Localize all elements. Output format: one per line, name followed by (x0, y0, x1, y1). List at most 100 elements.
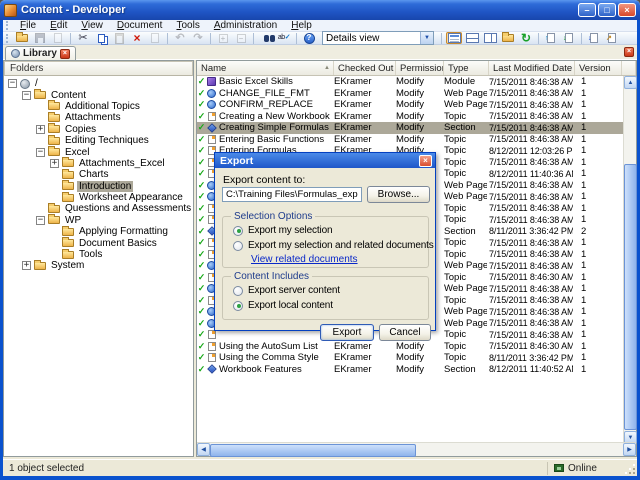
maximize-button[interactable]: □ (598, 3, 616, 17)
view-split-horizontal-icon[interactable] (464, 32, 480, 44)
expand-expander-icon[interactable]: + (22, 261, 31, 271)
tree-item-applying-formatting[interactable]: Applying Formatting (4, 225, 193, 237)
cell-type: Web Page (444, 317, 487, 329)
cut-icon[interactable]: ✂ (75, 32, 91, 44)
collapse-expander-icon[interactable]: − (36, 215, 45, 225)
close-pane-icon[interactable]: × (624, 47, 634, 57)
tree-item-[interactable]: − / (4, 78, 193, 89)
export-dialog: Export × Export content to: Browse... Se… (214, 152, 436, 341)
radio-export-selection-related[interactable] (233, 240, 243, 251)
delete-icon[interactable]: × (129, 32, 145, 44)
close-button[interactable]: × (618, 3, 636, 17)
list-row-confirm-replace[interactable]: ✓ CONFIRM_REPLACE EKramer Modify Web Page 7/1… (197, 99, 625, 111)
tree-item-attachments-excel[interactable]: + Attachments_Excel (4, 157, 193, 169)
list-row-creating-simple-formulas[interactable]: ✓ Creating Simple Formulas EKramer Modify Se… (197, 122, 625, 134)
tree-item-questions-and-assessments[interactable]: Questions and Assessments (4, 202, 193, 214)
tree-item-tools[interactable]: Tools (4, 248, 193, 260)
tree-item-copies[interactable]: + Copies (4, 123, 193, 135)
collapse-expander-icon[interactable]: − (36, 147, 45, 157)
cancel-button[interactable]: Cancel (379, 324, 431, 341)
import-icon[interactable]: ↓ (586, 32, 602, 44)
open-location-icon[interactable] (500, 32, 516, 44)
open-icon[interactable] (14, 32, 30, 44)
column-header-permission[interactable]: Permission (396, 61, 444, 75)
dialog-close-icon[interactable]: × (419, 154, 432, 167)
list-row-change-file-fmt[interactable]: ✓ CHANGE_FILE_FMT EKramer Modify Web Page 7/1… (197, 88, 625, 100)
horizontal-scroll-thumb[interactable] (210, 443, 416, 457)
tree-item-introduction[interactable]: Introduction (4, 180, 193, 192)
folder-icon (62, 237, 74, 248)
refresh-icon[interactable]: ↻ (518, 32, 534, 44)
export-path-input[interactable] (222, 187, 362, 202)
collapse-expander-icon[interactable]: − (8, 79, 17, 89)
menu-help[interactable]: Help (284, 20, 319, 31)
export-button[interactable]: Export (320, 324, 374, 341)
tree-item-worksheet-appearance[interactable]: Worksheet Appearance (4, 191, 193, 203)
vertical-scroll-thumb[interactable] (624, 164, 637, 430)
close-tab-icon[interactable]: × (59, 48, 70, 59)
tree-item-label: Excel (65, 146, 90, 158)
browse-button[interactable]: Browse... (367, 186, 430, 203)
scroll-up-icon[interactable]: ▲ (624, 76, 637, 89)
tree-item-editing-techniques[interactable]: Editing Techniques (4, 134, 193, 146)
help-icon[interactable]: ? (301, 32, 317, 44)
vertical-scrollbar[interactable]: ▲ ▼ (623, 76, 637, 444)
expand-expander-icon[interactable]: + (50, 158, 59, 168)
column-header-checked-out-by[interactable]: Checked Out By (334, 61, 396, 75)
cell-version: 1 (581, 110, 587, 122)
horizontal-scrollbar[interactable]: ◀ ▶ (197, 442, 636, 457)
tab-library[interactable]: Library × (5, 46, 76, 60)
minimize-button[interactable]: – (578, 3, 596, 17)
menu-tools[interactable]: Tools (169, 20, 206, 31)
tree-item-attachments[interactable]: Attachments (4, 111, 193, 123)
find-icon[interactable] (258, 32, 274, 44)
status-online-text: Online (568, 462, 597, 474)
scroll-right-icon[interactable]: ▶ (623, 443, 636, 456)
list-row-using-the-comma-style[interactable]: ✓ Using the Comma Style EKramer Modify Topic… (197, 352, 625, 364)
column-header-last-modified-date[interactable]: Last Modified Date (489, 61, 575, 75)
view-split-vertical-icon[interactable] (482, 32, 498, 44)
radio-export-local-content[interactable] (233, 300, 243, 311)
resize-grip[interactable] (625, 464, 637, 476)
scroll-left-icon[interactable]: ◀ (197, 443, 210, 456)
tree-item-document-basics[interactable]: Document Basics (4, 237, 193, 249)
checkin-icon[interactable]: ↓ (561, 32, 577, 44)
chevron-down-icon[interactable]: ▼ (420, 32, 433, 44)
collapse-expander-icon[interactable]: − (22, 90, 31, 100)
cell-permission: Modify (396, 340, 424, 352)
menu-document[interactable]: Document (110, 20, 170, 31)
tree-item-excel[interactable]: − Excel (4, 146, 193, 158)
spellcheck-icon[interactable]: ab✓ (276, 32, 292, 44)
radio-export-my-selection[interactable] (233, 225, 243, 236)
view-details-icon[interactable] (446, 32, 462, 44)
menu-administration[interactable]: Administration (207, 20, 284, 31)
toolbar-separator (296, 32, 297, 44)
column-header-version[interactable]: Version (575, 61, 622, 75)
cell-name: Workbook Features (219, 363, 302, 375)
radio-export-server-content[interactable] (233, 285, 243, 296)
list-row-basic-excel-skills[interactable]: ✓ Basic Excel Skills EKramer Modify Module 7/… (197, 76, 625, 88)
cell-version: 1 (581, 317, 587, 329)
tree-item-wp[interactable]: − WP (4, 214, 193, 226)
export-icon[interactable]: ↗ (604, 32, 620, 44)
tree-item-content[interactable]: − Content (4, 89, 193, 101)
menu-file[interactable]: File (13, 20, 43, 31)
menu-edit[interactable]: Edit (43, 20, 74, 31)
view-mode-select[interactable]: Details view ▼ (322, 31, 434, 45)
list-row-using-the-autosum-list[interactable]: ✓ Using the AutoSum List EKramer Modify Topi… (197, 341, 625, 353)
expand-expander-icon[interactable]: + (36, 124, 45, 134)
column-header-name[interactable]: Name ▲ (197, 61, 334, 75)
tree-item-charts[interactable]: Charts (4, 168, 193, 180)
copy-icon[interactable] (93, 32, 109, 44)
tree-item-system[interactable]: + System (4, 259, 193, 271)
column-header-type[interactable]: Type (444, 61, 489, 75)
folder-icon (48, 100, 60, 111)
menu-view[interactable]: View (74, 20, 110, 31)
list-row-entering-basic-functions[interactable]: ✓ Entering Basic Functions EKramer Modify To… (197, 134, 625, 146)
tree-item-additional-topics[interactable]: Additional Topics (4, 100, 193, 112)
view-related-documents-link[interactable]: View related documents (251, 254, 358, 265)
checkout-icon[interactable]: ↑ (543, 32, 559, 44)
list-row-creating-a-new-workbook[interactable]: ✓ Creating a New Workbook EKramer Modify Top… (197, 111, 625, 123)
cell-last-modified: 8/11/2011 3:36:42 PM (489, 352, 573, 363)
list-row-workbook-features[interactable]: ✓ Workbook Features EKramer Modify Section 8/… (197, 364, 625, 376)
